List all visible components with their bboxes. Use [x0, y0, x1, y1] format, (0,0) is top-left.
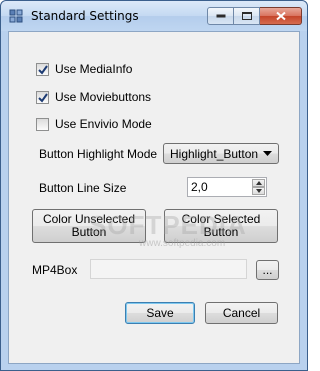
close-icon	[275, 11, 286, 21]
checkmark-icon	[38, 65, 48, 75]
save-button[interactable]: Save	[125, 302, 195, 324]
use-mediainfo-checkbox[interactable]	[36, 63, 49, 76]
highlight-mode-value: Highlight_Button	[170, 147, 259, 161]
title-bar[interactable]: Standard Settings	[1, 1, 307, 31]
save-button-label: Save	[146, 305, 174, 320]
mp4box-path-field[interactable]	[90, 259, 247, 279]
color-unselected-button-label: Color Unselected Button	[42, 212, 136, 239]
checkmark-icon	[38, 93, 48, 103]
line-size-value: 2,0	[191, 180, 208, 194]
mp4box-label: MP4Box	[32, 263, 78, 277]
color-selected-button[interactable]: Color Selected Button	[164, 209, 278, 243]
color-unselected-button[interactable]: Color Unselected Button	[32, 209, 146, 243]
use-moviebuttons-label[interactable]: Use Moviebuttons	[55, 90, 151, 104]
color-selected-button-label: Color Selected Button	[181, 212, 261, 239]
browse-button-label: ...	[262, 262, 273, 277]
highlight-mode-dropdown[interactable]: Highlight_Button	[163, 143, 279, 164]
use-envivio-mode-label[interactable]: Use Envivio Mode	[55, 117, 152, 131]
use-envivio-mode-checkbox[interactable]	[36, 118, 49, 131]
chevron-down-icon	[263, 151, 272, 156]
cancel-button[interactable]: Cancel	[205, 302, 278, 324]
mp4box-browse-button[interactable]: ...	[256, 260, 279, 280]
settings-window: Standard Settings Use MediaInfo Use Movi…	[0, 0, 308, 371]
maximize-icon	[241, 12, 252, 20]
arrow-down-icon	[256, 189, 262, 193]
dialog-body: Use MediaInfo Use Moviebuttons Use Enviv…	[8, 31, 300, 364]
highlight-mode-label: Button Highlight Mode	[39, 147, 158, 161]
maximize-button[interactable]	[234, 7, 260, 25]
cancel-button-label: Cancel	[222, 305, 261, 320]
minimize-icon	[216, 14, 225, 18]
line-size-stepper[interactable]: 2,0	[187, 177, 267, 197]
close-button[interactable]	[260, 7, 302, 25]
window-title: Standard Settings	[31, 9, 139, 23]
use-mediainfo-label[interactable]: Use MediaInfo	[55, 62, 132, 76]
arrow-up-icon	[256, 181, 262, 185]
line-size-down-button[interactable]	[252, 187, 265, 195]
use-moviebuttons-checkbox[interactable]	[36, 91, 49, 104]
line-size-label: Button Line Size	[39, 181, 127, 195]
line-size-up-button[interactable]	[252, 179, 265, 187]
app-icon	[9, 9, 23, 23]
minimize-button[interactable]	[207, 7, 234, 25]
